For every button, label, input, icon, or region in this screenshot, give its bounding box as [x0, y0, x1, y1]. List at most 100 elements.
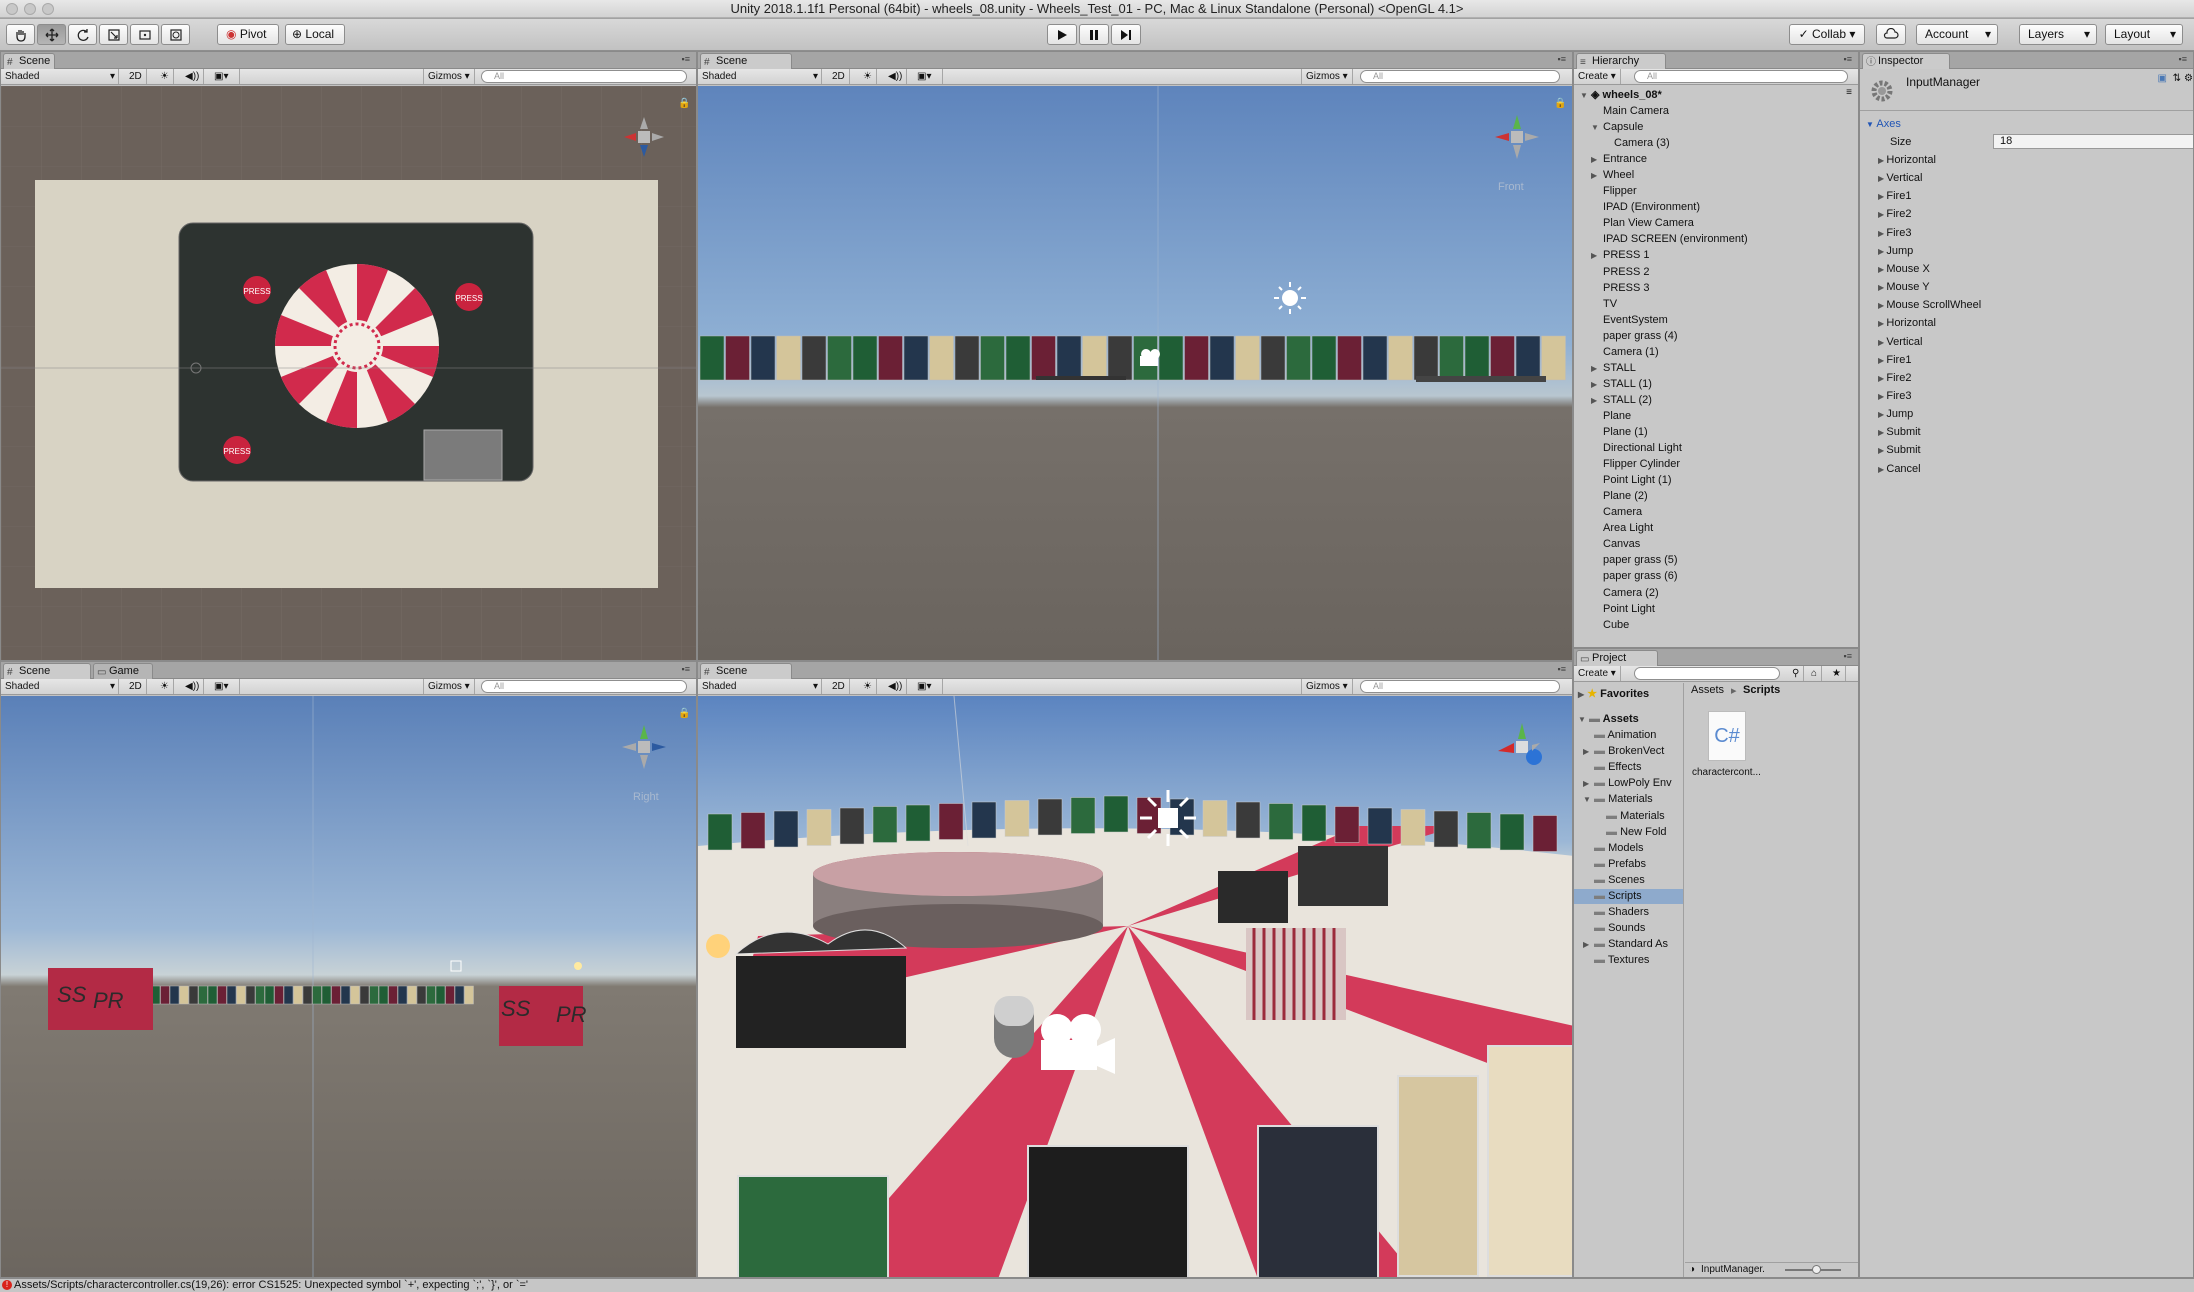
pivot-button[interactable]: ◉ Pivot — [217, 24, 279, 45]
shading-mode-dropdown[interactable]: Shaded ▾ — [1, 69, 119, 84]
axis-foldout[interactable]: ▶ Fire2 — [1878, 208, 1911, 220]
hierarchy-item[interactable]: Plan View Camera — [1603, 217, 1694, 229]
script-file-asset[interactable]: C# charactercont... — [1692, 711, 1761, 781]
panel-menu-icon[interactable]: ▪≡ — [1844, 651, 1852, 661]
project-folder-item[interactable]: ▬ Scripts — [1594, 890, 1642, 902]
tab-scene[interactable]: # Scene — [700, 53, 792, 69]
hierarchy-item[interactable]: Camera (3) — [1614, 137, 1670, 149]
collab-dropdown[interactable]: ✓ Collab ▾ — [1789, 24, 1865, 45]
panel-menu-icon[interactable]: ▪≡ — [2179, 54, 2187, 64]
minimize-window-button[interactable] — [24, 3, 36, 15]
audio-toggle-icon[interactable]: ◀)) — [884, 69, 908, 84]
hierarchy-item[interactable]: PRESS 2 — [1603, 266, 1649, 278]
project-folder-item[interactable]: ▬ Models — [1594, 842, 1644, 854]
2d-toggle[interactable]: 2D — [125, 679, 147, 694]
hierarchy-item[interactable]: ▶ STALL — [1591, 362, 1636, 374]
preset-icon[interactable]: ⇅ — [2173, 73, 2181, 84]
project-folder-item[interactable]: ▬ Scenes — [1594, 874, 1645, 886]
orientation-gizmo[interactable] — [1498, 723, 1542, 765]
favorite-star-icon[interactable]: ★ — [1828, 666, 1846, 681]
collapsed-arrow-icon[interactable]: ▶ — [1583, 747, 1589, 756]
hierarchy-item[interactable]: Plane — [1603, 410, 1631, 422]
hierarchy-item[interactable]: ▶ Wheel — [1591, 169, 1634, 181]
axis-foldout[interactable]: ▶ Fire2 — [1878, 372, 1911, 384]
project-folder-item[interactable]: ▬ Sounds — [1594, 922, 1645, 934]
transform-tool-button[interactable] — [161, 24, 190, 45]
hierarchy-item[interactable]: ▶ Entrance — [1591, 153, 1647, 165]
orientation-gizmo[interactable] — [622, 725, 666, 769]
tab-scene[interactable]: # Scene — [700, 663, 792, 679]
effects-dropdown-icon[interactable]: ▣▾ — [913, 69, 943, 84]
lock-icon[interactable]: 🔒 — [678, 97, 690, 109]
2d-toggle[interactable]: 2D — [828, 679, 850, 694]
expanded-arrow-icon[interactable]: ▼ — [1591, 123, 1599, 132]
panel-menu-icon[interactable]: ▪≡ — [1558, 54, 1566, 64]
hierarchy-item[interactable]: Point Light (1) — [1603, 474, 1671, 486]
move-tool-button[interactable] — [37, 24, 66, 45]
cloud-button[interactable] — [1876, 24, 1906, 45]
collapsed-arrow-icon[interactable]: ▶ — [1591, 171, 1597, 180]
scene-search-input[interactable]: All — [481, 70, 687, 83]
create-dropdown[interactable]: Create ▾ — [1574, 666, 1621, 681]
filter-type-icon[interactable]: ⚲ — [1788, 666, 1805, 681]
lighting-toggle-icon[interactable]: ☀ — [859, 69, 877, 84]
axis-foldout[interactable]: ▶ Horizontal — [1878, 154, 1936, 166]
hierarchy-item[interactable]: PRESS 3 — [1603, 282, 1649, 294]
tab-project[interactable]: ▭ Project — [1576, 650, 1658, 666]
hierarchy-item[interactable]: Point Light — [1603, 603, 1655, 615]
hierarchy-item[interactable]: Main Camera — [1603, 105, 1669, 117]
project-folder-item[interactable]: ▶ ▬ Standard As — [1583, 938, 1668, 950]
axis-foldout[interactable]: ▶ Submit — [1878, 444, 1921, 456]
hierarchy-item[interactable]: paper grass (4) — [1603, 330, 1678, 342]
project-folder-item[interactable]: ▼ ▬ Materials — [1583, 793, 1653, 805]
axis-foldout[interactable]: ▶ Mouse X — [1878, 263, 1930, 275]
collapsed-arrow-icon[interactable]: ▶ — [1591, 380, 1597, 389]
tab-scene[interactable]: # Scene — [3, 663, 91, 679]
hierarchy-item[interactable]: Camera (2) — [1603, 587, 1659, 599]
layout-dropdown[interactable]: Layout ▾ — [2105, 24, 2183, 45]
play-button[interactable] — [1047, 24, 1077, 45]
hierarchy-item[interactable]: Camera (1) — [1603, 346, 1659, 358]
breadcrumb-item[interactable]: Assets — [1691, 684, 1724, 696]
lighting-toggle-icon[interactable]: ☀ — [156, 69, 174, 84]
hierarchy-item[interactable]: paper grass (6) — [1603, 570, 1678, 582]
project-folder-item[interactable]: ▬ Textures — [1594, 954, 1649, 966]
scene-viewport[interactable]: Front 🔒 — [698, 86, 1572, 660]
audio-toggle-icon[interactable]: ◀)) — [884, 679, 908, 694]
scene-search-input[interactable]: All — [1360, 680, 1560, 693]
hand-tool-button[interactable] — [6, 24, 35, 45]
hierarchy-item[interactable]: TV — [1603, 298, 1617, 310]
project-folder-item[interactable]: ▬ Animation — [1594, 729, 1656, 741]
axis-foldout[interactable]: ▶ Vertical — [1878, 336, 1922, 348]
console-status-bar[interactable]: ! Assets/Scripts/charactercontroller.cs(… — [0, 1278, 2194, 1292]
scene-search-input[interactable]: All — [1360, 70, 1560, 83]
effects-dropdown-icon[interactable]: ▣▾ — [210, 679, 240, 694]
panel-menu-icon[interactable]: ▪≡ — [1558, 664, 1566, 674]
hierarchy-item[interactable]: Cube — [1603, 619, 1629, 631]
orientation-gizmo[interactable] — [1495, 115, 1539, 159]
gizmos-dropdown[interactable]: Gizmos ▾ — [423, 69, 475, 84]
hierarchy-item[interactable]: Plane (1) — [1603, 426, 1648, 438]
account-dropdown[interactable]: Account ▾ — [1916, 24, 1998, 45]
scale-tool-button[interactable] — [99, 24, 128, 45]
filter-label-icon[interactable]: ⌂ — [1807, 666, 1823, 681]
panel-menu-icon[interactable]: ▪≡ — [682, 54, 690, 64]
panel-menu-icon[interactable]: ▪≡ — [1844, 54, 1852, 64]
tab-inspector[interactable]: ⓘ Inspector — [1862, 53, 1950, 69]
axes-foldout[interactable]: ▼ Axes — [1866, 118, 1901, 130]
lighting-toggle-icon[interactable]: ☀ — [156, 679, 174, 694]
collapsed-arrow-icon[interactable]: ▶ — [1591, 155, 1597, 164]
project-folder-item[interactable]: ▶ ▬ BrokenVect — [1583, 745, 1664, 757]
hierarchy-item[interactable]: paper grass (5) — [1603, 554, 1678, 566]
hierarchy-item[interactable]: IPAD (Environment) — [1603, 201, 1700, 213]
zoom-window-button[interactable] — [42, 3, 54, 15]
axis-foldout[interactable]: ▶ Fire1 — [1878, 354, 1911, 366]
collapsed-arrow-icon[interactable]: ▶ — [1591, 251, 1597, 260]
hierarchy-item[interactable]: Flipper Cylinder — [1603, 458, 1680, 470]
effects-dropdown-icon[interactable]: ▣▾ — [913, 679, 943, 694]
favorites-row[interactable]: ▶ ★ Favorites — [1578, 687, 1649, 700]
layers-dropdown[interactable]: Layers ▾ — [2019, 24, 2097, 45]
tab-scene[interactable]: # Scene — [3, 53, 55, 69]
scene-menu-icon[interactable]: ≡ — [1846, 87, 1852, 98]
hierarchy-item[interactable]: Directional Light — [1603, 442, 1682, 454]
